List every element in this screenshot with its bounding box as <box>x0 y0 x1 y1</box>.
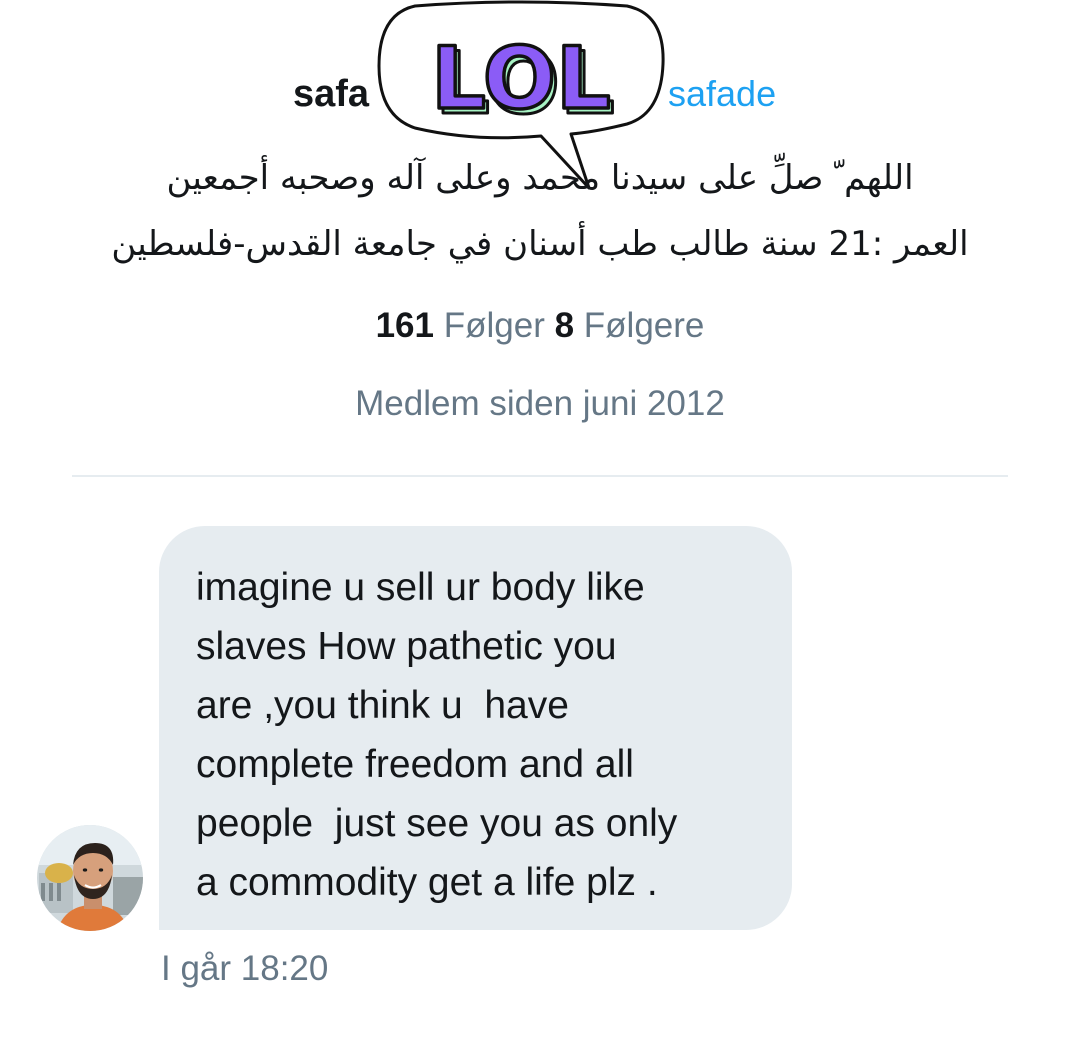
profile-bio-line: اللهم ّ صلِّ على سيدنا محمد وعلى آله وصح… <box>166 158 914 198</box>
following-link[interactable]: 161 Følger <box>376 306 555 345</box>
message-text-line: slaves How pathetic you <box>196 625 617 668</box>
message-text-line: people just see you as only <box>196 802 678 845</box>
message-text-line: imagine u sell ur body like <box>196 566 645 609</box>
message-text-line: complete freedom and all <box>196 743 634 786</box>
followers-count: 8 <box>554 306 575 345</box>
profile-display-name: safa <box>293 73 370 115</box>
followers-link[interactable]: 8 Følgere <box>555 306 705 345</box>
profile-bio-line: العمر :21 سنة طالب طب أسنان في جامعة الق… <box>111 224 969 264</box>
joined-date: Medlem siden juni 2012 <box>355 384 725 423</box>
following-count: 161 <box>375 306 434 345</box>
following-label: Følger <box>443 306 545 345</box>
divider <box>72 475 1008 477</box>
message-bubble[interactable]: imagine u sell ur body like slaves How p… <box>159 526 792 930</box>
sticker-text: LOL <box>431 29 611 129</box>
profile-handle[interactable]: safade <box>668 70 776 118</box>
lol-lettering: LOL LOL <box>429 27 616 135</box>
message-timestamp: I går 18:20 <box>161 949 329 988</box>
profile-stats: 161 Følger 8 Følgere <box>0 302 1080 350</box>
user-avatar-icon <box>37 825 143 931</box>
message-text-line: are ,you think u have <box>196 684 569 727</box>
message-text-line: a commodity get a life plz . <box>196 861 658 904</box>
sender-avatar[interactable] <box>37 825 143 931</box>
followers-label: Følgere <box>583 306 705 345</box>
